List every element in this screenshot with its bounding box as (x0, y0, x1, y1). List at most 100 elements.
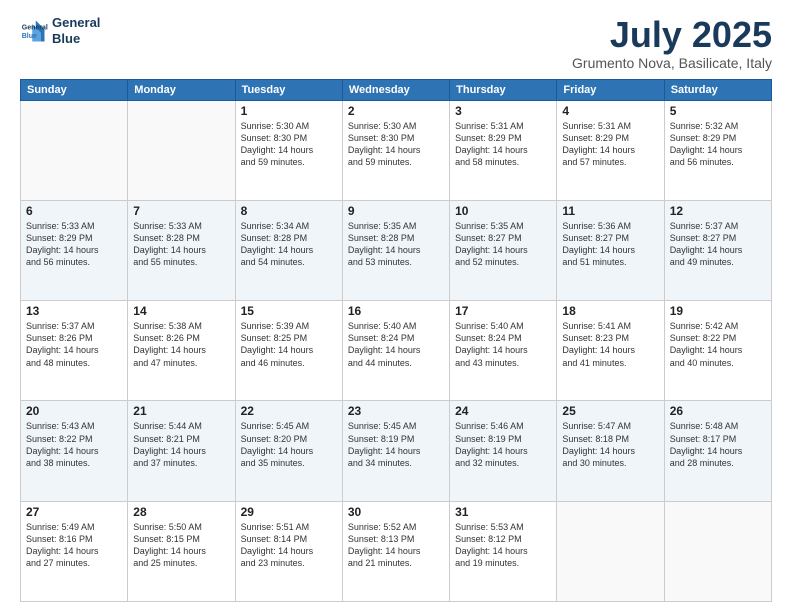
location-subtitle: Grumento Nova, Basilicate, Italy (572, 55, 772, 71)
day-number: 16 (348, 304, 444, 318)
table-row: 8 Sunrise: 5:34 AM Sunset: 8:28 PM Daylig… (235, 200, 342, 300)
col-friday: Friday (557, 79, 664, 100)
day-number: 10 (455, 204, 551, 218)
table-row: 3 Sunrise: 5:31 AM Sunset: 8:29 PM Daylig… (450, 100, 557, 200)
table-row: 11Sunrise: 5:36 AM Sunset: 8:27 PM Dayli… (557, 200, 664, 300)
day-number: 21 (133, 404, 229, 418)
cell-content: Sunrise: 5:46 AM Sunset: 8:19 PM Dayligh… (455, 420, 551, 469)
cell-content: Sunrise: 5:36 AM Sunset: 8:27 PM Dayligh… (562, 220, 658, 269)
cell-content: Sunrise: 5:37 AM Sunset: 8:27 PM Dayligh… (670, 220, 766, 269)
cell-content: Sunrise: 5:43 AM Sunset: 8:22 PM Dayligh… (26, 420, 122, 469)
table-row: 19Sunrise: 5:42 AM Sunset: 8:22 PM Dayli… (664, 301, 771, 401)
cell-content: Sunrise: 5:30 AM Sunset: 8:30 PM Dayligh… (241, 120, 337, 169)
table-row: 7 Sunrise: 5:33 AM Sunset: 8:28 PM Daylig… (128, 200, 235, 300)
day-number: 12 (670, 204, 766, 218)
day-number: 31 (455, 505, 551, 519)
cell-content: Sunrise: 5:49 AM Sunset: 8:16 PM Dayligh… (26, 521, 122, 570)
table-row (128, 100, 235, 200)
day-number: 23 (348, 404, 444, 418)
page: General Blue General Blue July 2025 Grum… (0, 0, 792, 612)
day-number: 18 (562, 304, 658, 318)
table-row: 30 Sunrise: 5:52 AM Sunset: 8:13 PM Dayli… (342, 501, 449, 601)
table-row: 28 Sunrise: 5:50 AM Sunset: 8:15 PM Dayli… (128, 501, 235, 601)
col-tuesday: Tuesday (235, 79, 342, 100)
day-number: 7 (133, 204, 229, 218)
cell-content: Sunrise: 5:35 AM Sunset: 8:28 PM Dayligh… (348, 220, 444, 269)
logo: General Blue General Blue (20, 15, 100, 46)
logo-line2: Blue (52, 31, 100, 47)
cell-content: Sunrise: 5:48 AM Sunset: 8:17 PM Dayligh… (670, 420, 766, 469)
day-number: 9 (348, 204, 444, 218)
cell-content: Sunrise: 5:45 AM Sunset: 8:20 PM Dayligh… (241, 420, 337, 469)
table-row: 26Sunrise: 5:48 AM Sunset: 8:17 PM Dayli… (664, 401, 771, 501)
table-row: 24 Sunrise: 5:46 AM Sunset: 8:19 PM Dayli… (450, 401, 557, 501)
logo-icon: General Blue (20, 17, 48, 45)
cell-content: Sunrise: 5:52 AM Sunset: 8:13 PM Dayligh… (348, 521, 444, 570)
table-row: 14Sunrise: 5:38 AM Sunset: 8:26 PM Dayli… (128, 301, 235, 401)
svg-text:Blue: Blue (22, 33, 37, 40)
cell-content: Sunrise: 5:53 AM Sunset: 8:12 PM Dayligh… (455, 521, 551, 570)
day-number: 27 (26, 505, 122, 519)
table-row: 17 Sunrise: 5:40 AM Sunset: 8:24 PM Dayli… (450, 301, 557, 401)
table-row: 29 Sunrise: 5:51 AM Sunset: 8:14 PM Dayli… (235, 501, 342, 601)
table-row: 16 Sunrise: 5:40 AM Sunset: 8:24 PM Dayli… (342, 301, 449, 401)
day-number: 6 (26, 204, 122, 218)
day-number: 22 (241, 404, 337, 418)
table-row: 23 Sunrise: 5:45 AM Sunset: 8:19 PM Dayli… (342, 401, 449, 501)
table-row: 5Sunrise: 5:32 AM Sunset: 8:29 PM Daylig… (664, 100, 771, 200)
cell-content: Sunrise: 5:50 AM Sunset: 8:15 PM Dayligh… (133, 521, 229, 570)
day-number: 25 (562, 404, 658, 418)
table-row: 18 Sunrise: 5:41 AM Sunset: 8:23 PM Dayli… (557, 301, 664, 401)
day-number: 19 (670, 304, 766, 318)
month-title: July 2025 (572, 15, 772, 55)
cell-content: Sunrise: 5:41 AM Sunset: 8:23 PM Dayligh… (562, 320, 658, 369)
calendar-header-row: Sunday Monday Tuesday Wednesday Thursday… (21, 79, 772, 100)
table-row: 27 Sunrise: 5:49 AM Sunset: 8:16 PM Dayli… (21, 501, 128, 601)
header: General Blue General Blue July 2025 Grum… (20, 15, 772, 71)
cell-content: Sunrise: 5:35 AM Sunset: 8:27 PM Dayligh… (455, 220, 551, 269)
col-monday: Monday (128, 79, 235, 100)
svg-text:General: General (22, 24, 48, 31)
day-number: 24 (455, 404, 551, 418)
table-row: 15Sunrise: 5:39 AM Sunset: 8:25 PM Dayli… (235, 301, 342, 401)
table-row: 9 Sunrise: 5:35 AM Sunset: 8:28 PM Daylig… (342, 200, 449, 300)
day-number: 28 (133, 505, 229, 519)
logo-line1: General (52, 15, 100, 31)
cell-content: Sunrise: 5:31 AM Sunset: 8:29 PM Dayligh… (562, 120, 658, 169)
day-number: 29 (241, 505, 337, 519)
cell-content: Sunrise: 5:34 AM Sunset: 8:28 PM Dayligh… (241, 220, 337, 269)
col-thursday: Thursday (450, 79, 557, 100)
day-number: 30 (348, 505, 444, 519)
table-row: 2Sunrise: 5:30 AM Sunset: 8:30 PM Daylig… (342, 100, 449, 200)
table-row (21, 100, 128, 200)
day-number: 17 (455, 304, 551, 318)
table-row: 4 Sunrise: 5:31 AM Sunset: 8:29 PM Daylig… (557, 100, 664, 200)
day-number: 4 (562, 104, 658, 118)
table-row: 22 Sunrise: 5:45 AM Sunset: 8:20 PM Dayli… (235, 401, 342, 501)
table-row: 25Sunrise: 5:47 AM Sunset: 8:18 PM Dayli… (557, 401, 664, 501)
table-row: 1 Sunrise: 5:30 AM Sunset: 8:30 PM Daylig… (235, 100, 342, 200)
day-number: 15 (241, 304, 337, 318)
logo-text: General Blue (52, 15, 100, 46)
calendar-week-row: 20Sunrise: 5:43 AM Sunset: 8:22 PM Dayli… (21, 401, 772, 501)
calendar-week-row: 1 Sunrise: 5:30 AM Sunset: 8:30 PM Daylig… (21, 100, 772, 200)
day-number: 8 (241, 204, 337, 218)
cell-content: Sunrise: 5:40 AM Sunset: 8:24 PM Dayligh… (455, 320, 551, 369)
title-block: July 2025 Grumento Nova, Basilicate, Ita… (572, 15, 772, 71)
col-sunday: Sunday (21, 79, 128, 100)
cell-content: Sunrise: 5:51 AM Sunset: 8:14 PM Dayligh… (241, 521, 337, 570)
cell-content: Sunrise: 5:40 AM Sunset: 8:24 PM Dayligh… (348, 320, 444, 369)
calendar-week-row: 13 Sunrise: 5:37 AM Sunset: 8:26 PM Dayli… (21, 301, 772, 401)
cell-content: Sunrise: 5:31 AM Sunset: 8:29 PM Dayligh… (455, 120, 551, 169)
cell-content: Sunrise: 5:37 AM Sunset: 8:26 PM Dayligh… (26, 320, 122, 369)
day-number: 1 (241, 104, 337, 118)
cell-content: Sunrise: 5:33 AM Sunset: 8:28 PM Dayligh… (133, 220, 229, 269)
cell-content: Sunrise: 5:30 AM Sunset: 8:30 PM Dayligh… (348, 120, 444, 169)
day-number: 13 (26, 304, 122, 318)
table-row: 12 Sunrise: 5:37 AM Sunset: 8:27 PM Dayli… (664, 200, 771, 300)
cell-content: Sunrise: 5:32 AM Sunset: 8:29 PM Dayligh… (670, 120, 766, 169)
cell-content: Sunrise: 5:45 AM Sunset: 8:19 PM Dayligh… (348, 420, 444, 469)
day-number: 3 (455, 104, 551, 118)
table-row (557, 501, 664, 601)
table-row: 6Sunrise: 5:33 AM Sunset: 8:29 PM Daylig… (21, 200, 128, 300)
